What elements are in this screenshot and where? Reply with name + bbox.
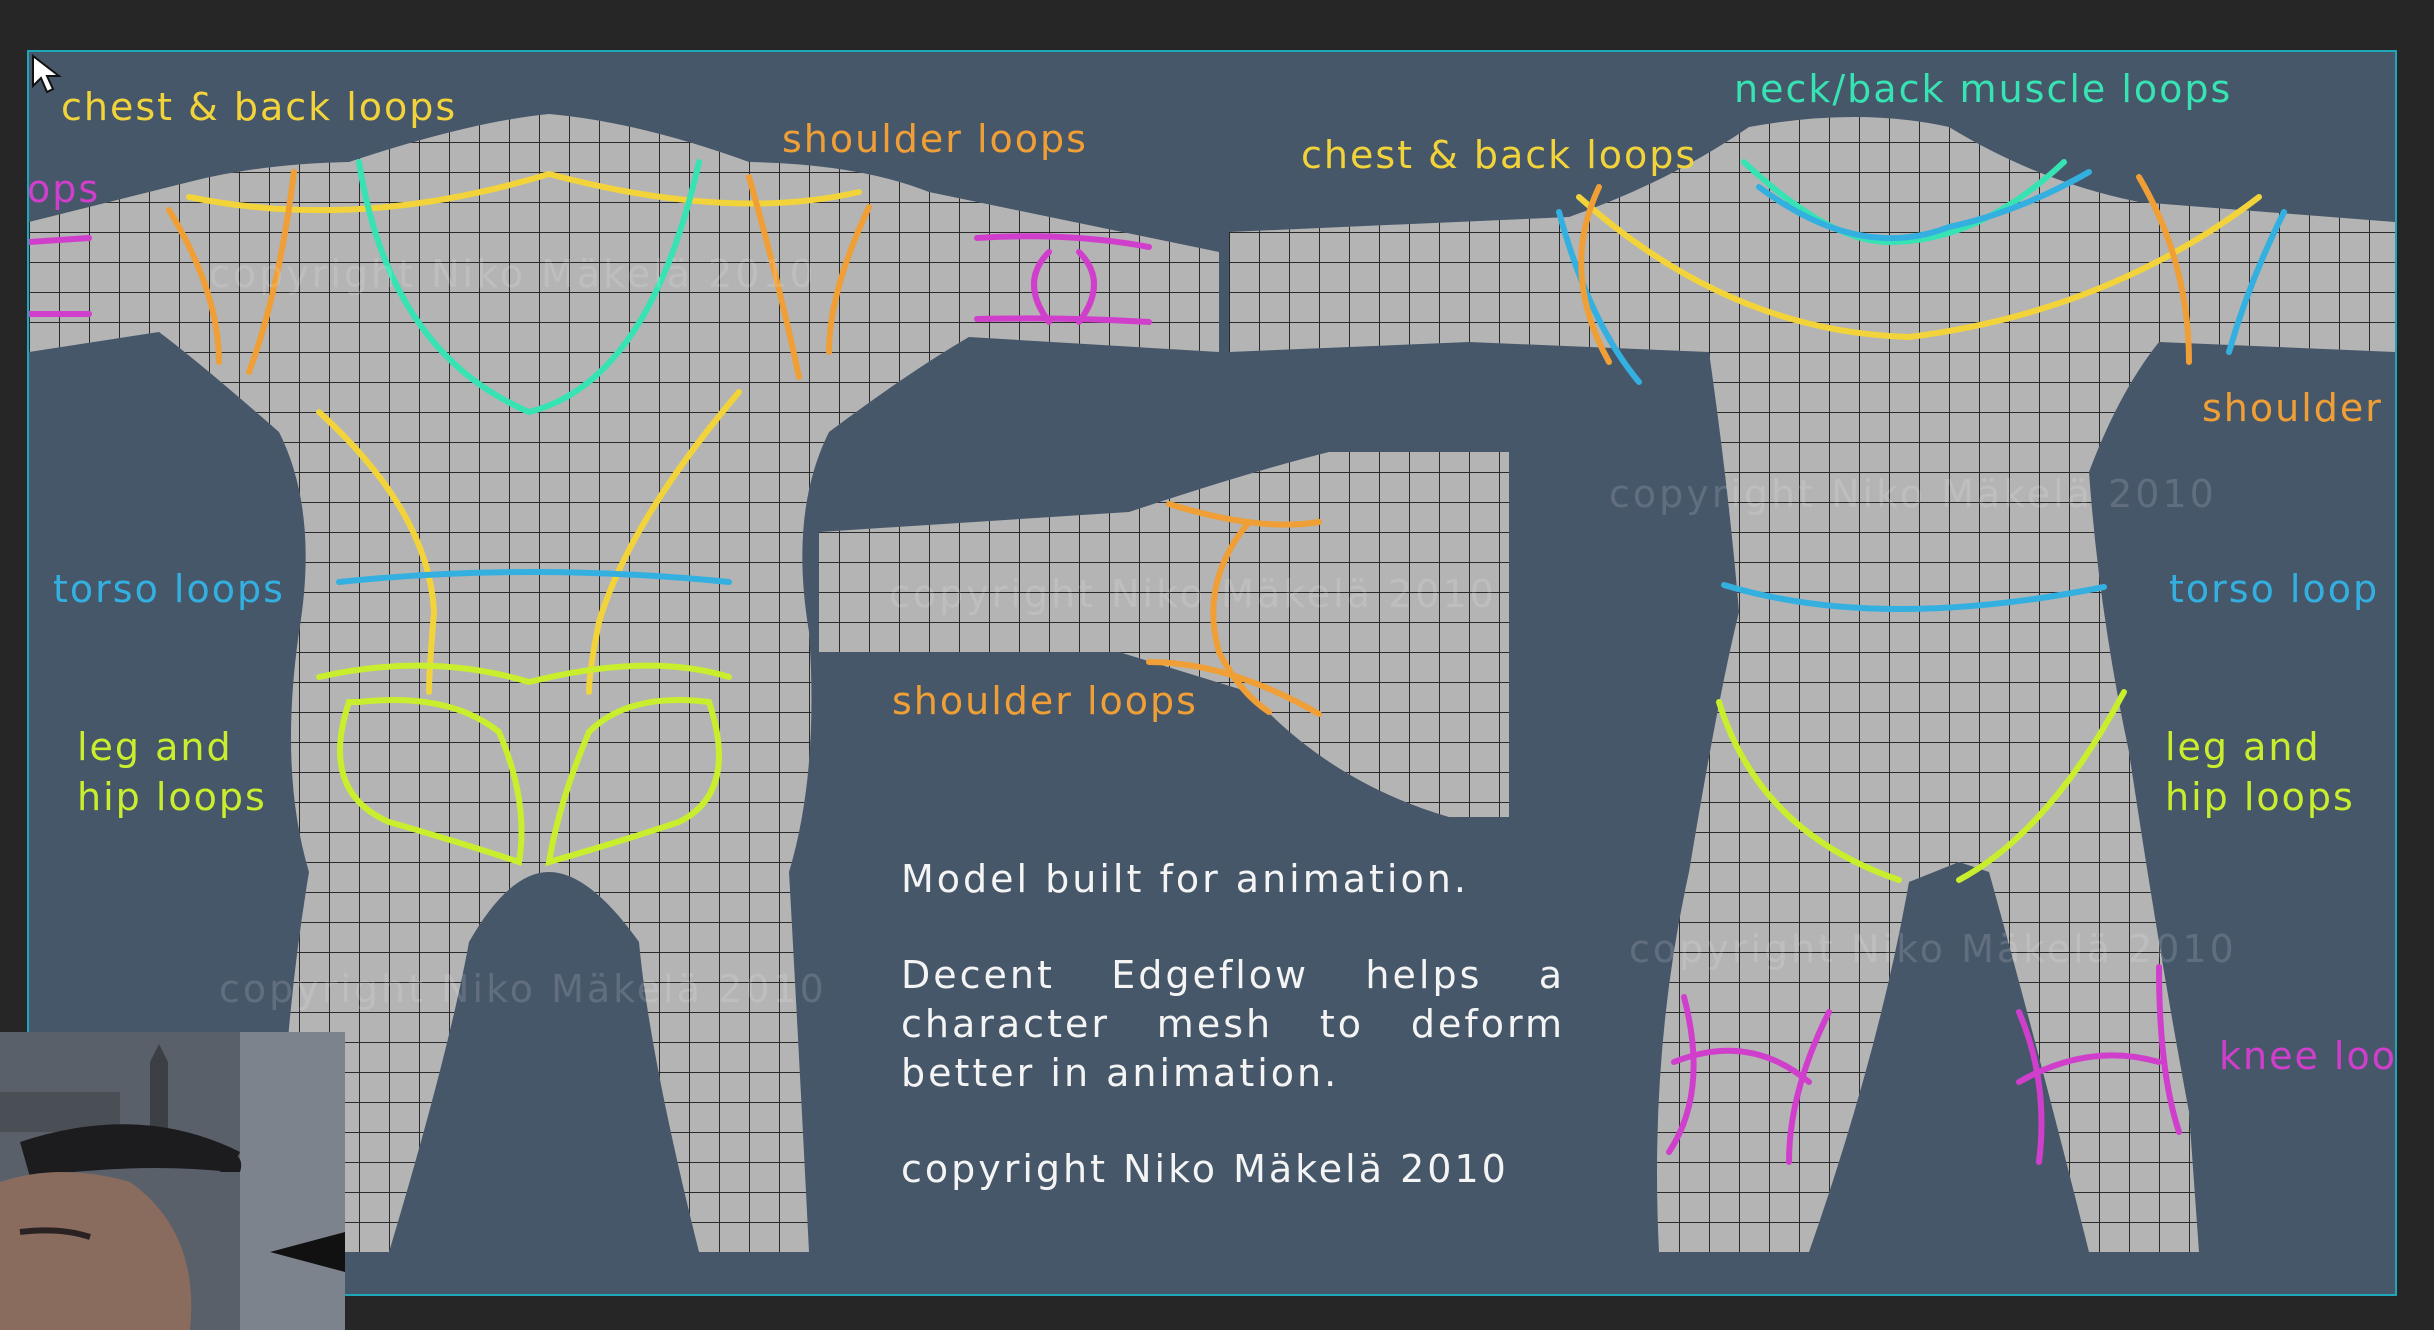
description-line3: copyright Niko Mäkelä 2010 [901, 1147, 1509, 1191]
label-chest-back-right: chest & back loops [1301, 133, 1698, 177]
watermark-text: copyright Niko Mäkelä 2010 [1629, 927, 2237, 971]
label-chest-back-left: chest & back loops [61, 85, 458, 129]
label-neck-back: neck/back muscle loops [1734, 67, 2233, 111]
image-canvas: copyright Niko Mäkelä 2010 copyright Nik… [27, 50, 2397, 1296]
label-torso-right-cut: torso loop [2169, 567, 2380, 611]
label-leg-hip-right-1: leg and [2165, 725, 2321, 769]
watermark-text: copyright Niko Mäkelä 2010 [889, 572, 1497, 616]
watermark-text: copyright Niko Mäkelä 2010 [209, 252, 817, 296]
label-leg-hip-left-2: hip loops [77, 775, 267, 819]
label-shoulder-center: shoulder loops [892, 679, 1198, 723]
webcam-scene [0, 1032, 345, 1330]
watermark-text: copyright Niko Mäkelä 2010 [1609, 472, 2217, 516]
label-knee-right-cut: knee loo [2219, 1034, 2397, 1078]
label-torso-left: torso loops [53, 567, 285, 611]
watermark-text: copyright Niko Mäkelä 2010 [219, 967, 827, 1011]
label-leg-hip-right-2: hip loops [2165, 775, 2355, 819]
label-shoulder-top: shoulder loops [782, 117, 1088, 161]
cursor-icon [32, 53, 62, 94]
description-line2: Decent Edgeflow helps a character mesh t… [901, 953, 1565, 1095]
label-knee-cut-left: ops [27, 167, 101, 211]
arm-mesh-closeup [819, 452, 1509, 817]
description-block: Model built for animation. Decent Edgefl… [901, 855, 1565, 1241]
webcam-overlay [0, 1032, 345, 1330]
label-leg-hip-left-1: leg and [77, 725, 233, 769]
label-shoulder-right-cut: shoulder [2202, 386, 2383, 430]
description-line1: Model built for animation. [901, 857, 1469, 901]
